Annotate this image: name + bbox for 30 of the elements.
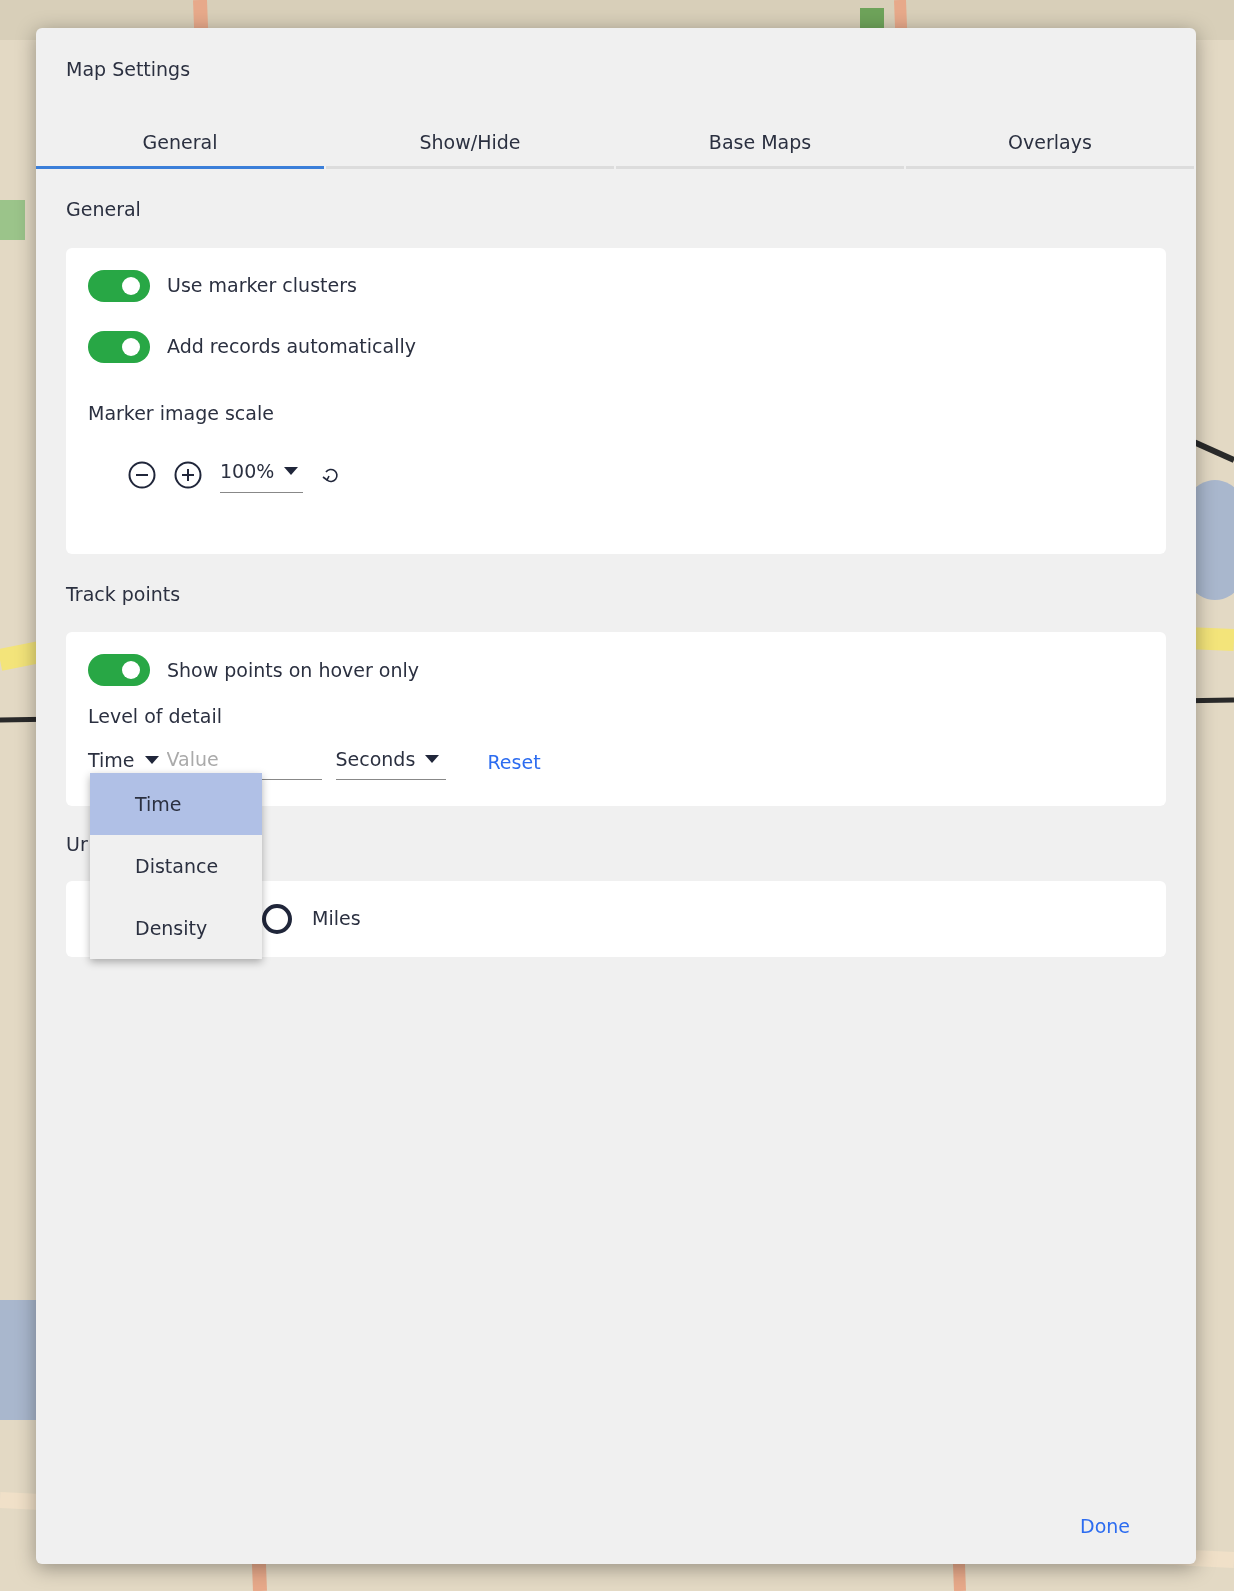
radio-label: Miles xyxy=(312,906,361,932)
caret-icon xyxy=(284,467,299,476)
zoom-in-icon[interactable] xyxy=(174,460,202,489)
unit-select[interactable]: Seconds xyxy=(335,744,446,780)
tab[interactable]: General xyxy=(36,121,324,169)
dialog-title: Map Settings xyxy=(66,57,191,82)
toggle-label: Add records automatically xyxy=(167,334,416,360)
zoom-out-icon[interactable] xyxy=(128,460,156,489)
menu-item[interactable]: Time xyxy=(90,773,262,835)
scale-select[interactable]: 100% xyxy=(220,457,303,493)
menu-item[interactable]: Density xyxy=(90,897,262,959)
done-link[interactable]: Done xyxy=(1080,1511,1130,1540)
section-heading: General xyxy=(66,197,141,222)
toggle-switch[interactable] xyxy=(88,269,150,302)
toggle-switch[interactable] xyxy=(88,330,150,363)
field-label: Level of detail xyxy=(88,704,223,729)
section-heading: Track points xyxy=(66,581,181,607)
menu-item[interactable]: Distance xyxy=(90,835,262,897)
toggle-switch[interactable] xyxy=(88,654,150,686)
tab[interactable]: Overlays xyxy=(906,121,1194,169)
toggle-label: Use marker clusters xyxy=(167,273,357,299)
toggle-label: Show points on hover only xyxy=(167,657,420,683)
section-heading: Ur xyxy=(66,832,88,857)
caret-icon xyxy=(425,754,440,763)
reset-link[interactable]: Reset xyxy=(487,747,541,776)
field-label: Marker image scale xyxy=(88,400,275,426)
radio-button[interactable] xyxy=(262,903,292,934)
tab[interactable]: Show/Hide xyxy=(326,121,614,169)
tab[interactable]: Base Maps xyxy=(616,121,904,169)
caret-icon xyxy=(144,755,159,764)
